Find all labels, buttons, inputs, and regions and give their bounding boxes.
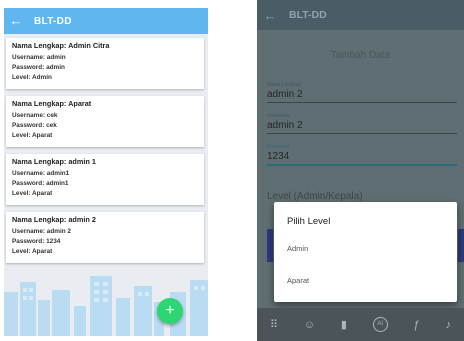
- ai-icon[interactable]: AI: [372, 317, 388, 332]
- user-password: Password: admin: [12, 64, 65, 71]
- level-field-label[interactable]: Level (Admin/Kepala): [267, 191, 363, 202]
- level-option-aparat[interactable]: Aparat: [287, 276, 309, 285]
- field-label: Username: [267, 113, 291, 119]
- grid-icon[interactable]: ⠿: [270, 318, 278, 331]
- username-field[interactable]: Username admin 2: [267, 113, 457, 134]
- user-username: Username: admin 2: [12, 228, 71, 235]
- list-item[interactable]: Nama Lengkap: Aparat Username: cek Passw…: [6, 96, 204, 147]
- app-title: BLT-DD: [289, 9, 327, 21]
- user-level: Level: Admin: [12, 74, 52, 81]
- text-style-icon[interactable]: ƒ: [414, 319, 420, 331]
- add-user-button[interactable]: +: [157, 298, 183, 324]
- plus-icon: +: [165, 302, 175, 319]
- add-data-screen: ← BLT-DD Tambah Data Nama Lengkap admin …: [257, 0, 464, 341]
- list-item[interactable]: Nama Lengkap: admin 2 Username: admin 2 …: [6, 212, 204, 263]
- list-item[interactable]: Nama Lengkap: admin 1 Username: admin1 P…: [6, 154, 204, 205]
- save-button-edge-right: [458, 229, 464, 262]
- user-username: Username: admin: [12, 54, 66, 61]
- field-label: Nama Lengkap: [267, 82, 301, 88]
- user-level: Level: Aparat: [12, 132, 53, 139]
- user-name: Nama Lengkap: admin 1: [12, 157, 96, 166]
- user-username: Username: cek: [12, 112, 58, 119]
- field-label: Password: [267, 144, 289, 150]
- field-value: admin 2: [267, 89, 303, 100]
- list-item[interactable]: Nama Lengkap: Admin Citra Username: admi…: [6, 38, 204, 89]
- user-password: Password: admin1: [12, 180, 69, 187]
- user-list: Nama Lengkap: Admin Citra Username: admi…: [6, 38, 204, 270]
- user-username: Username: admin1: [12, 170, 70, 177]
- app-bar: ← BLT-DD: [257, 0, 464, 30]
- user-level: Level: Aparat: [12, 248, 53, 255]
- user-password: Password: cek: [12, 122, 57, 129]
- emoji-icon[interactable]: ☺: [304, 319, 315, 331]
- clipboard-icon[interactable]: ▮: [341, 318, 347, 331]
- back-arrow-icon[interactable]: ←: [4, 8, 28, 34]
- field-underline: [267, 164, 457, 166]
- microphone-icon[interactable]: ♪: [446, 319, 452, 331]
- field-underline: [267, 133, 457, 134]
- app-bar: ← BLT-DD: [4, 8, 208, 34]
- field-value: admin 2: [267, 120, 303, 131]
- user-name: Nama Lengkap: Aparat: [12, 99, 92, 108]
- app-title: BLT-DD: [34, 15, 72, 27]
- user-name: Nama Lengkap: admin 2: [12, 215, 96, 224]
- field-underline: [267, 102, 457, 103]
- password-field[interactable]: Password 1234: [267, 144, 457, 166]
- back-arrow-icon[interactable]: ←: [257, 8, 283, 23]
- field-value: 1234: [267, 151, 290, 162]
- form-title: Tambah Data: [330, 50, 391, 61]
- nama-lengkap-field[interactable]: Nama Lengkap admin 2: [267, 82, 457, 103]
- user-password: Password: 1234: [12, 238, 61, 245]
- save-button-edge-left: [267, 229, 273, 262]
- dialog-title: Pilih Level: [287, 216, 331, 227]
- user-list-screen: ← BLT-DD Nama Lengkap: Admin Citra Usern…: [4, 8, 208, 336]
- system-bottom-bar: ⠿ ☺ ▮ AI ƒ ♪: [257, 308, 464, 341]
- user-level: Level: Aparat: [12, 190, 53, 197]
- user-name: Nama Lengkap: Admin Citra: [12, 41, 110, 50]
- level-option-admin[interactable]: Admin: [287, 244, 308, 253]
- pilih-level-dialog: Pilih Level Admin Aparat: [274, 202, 457, 302]
